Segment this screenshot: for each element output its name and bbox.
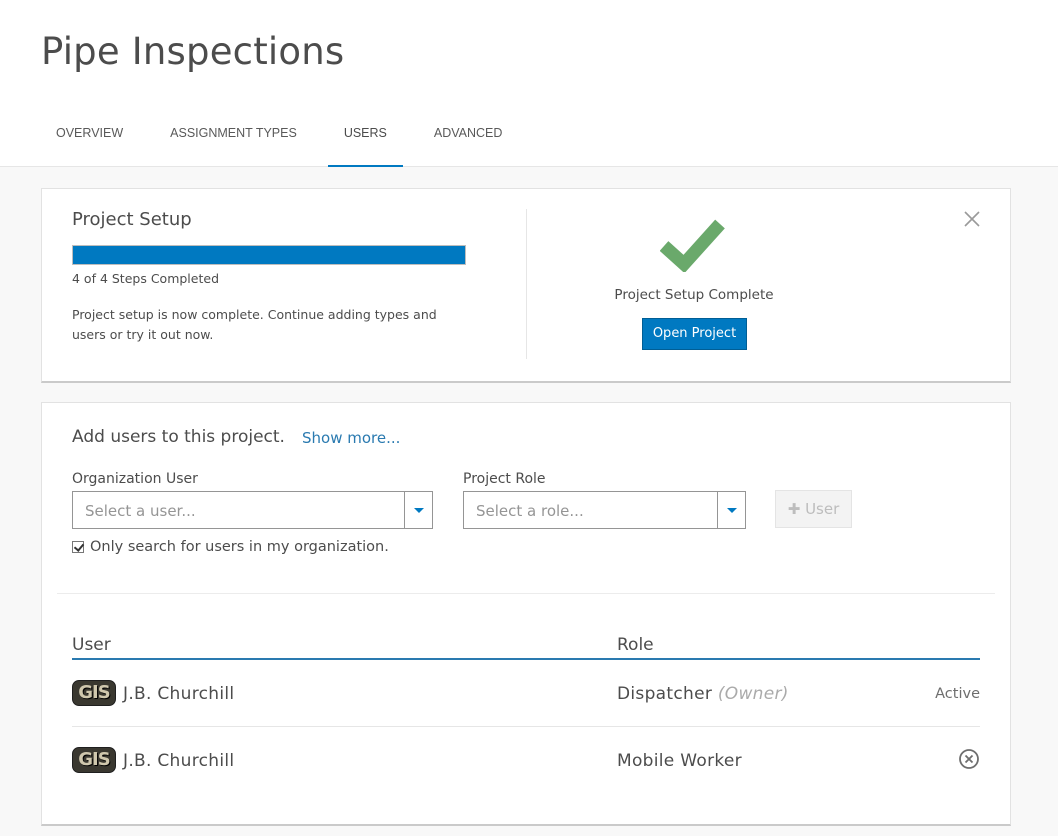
close-icon[interactable] bbox=[962, 209, 982, 229]
role-column-header: Role bbox=[617, 635, 654, 655]
setup-divider bbox=[526, 209, 527, 359]
project-role-label: Project Role bbox=[463, 471, 546, 487]
role-name: Dispatcher bbox=[617, 684, 713, 704]
section-divider bbox=[57, 593, 995, 594]
avatar: GIS bbox=[72, 747, 116, 773]
setup-complete-label: Project Setup Complete bbox=[614, 287, 774, 303]
page-header: Pipe Inspections OVERVIEW ASSIGNMENT TYP… bbox=[0, 0, 1058, 167]
steps-completed-text: 4 of 4 Steps Completed bbox=[72, 271, 219, 286]
setup-description: Project setup is now complete. Continue … bbox=[72, 307, 437, 342]
user-role: Mobile Worker bbox=[617, 751, 742, 771]
tab-assignment-types[interactable]: ASSIGNMENT TYPES bbox=[154, 113, 313, 167]
avatar: GIS bbox=[72, 680, 116, 706]
org-only-checkbox-label: Only search for users in my organization… bbox=[90, 539, 389, 555]
setup-progress-fill bbox=[73, 246, 465, 264]
project-role-select[interactable]: Select a role... bbox=[463, 491, 746, 529]
user-role: Dispatcher (Owner) bbox=[617, 684, 789, 704]
add-user-button[interactable]: ✚ User bbox=[775, 490, 852, 528]
chevron-down-icon[interactable] bbox=[404, 492, 432, 528]
open-project-button[interactable]: Open Project bbox=[642, 318, 747, 350]
status-label: Active bbox=[935, 686, 980, 702]
owner-note: (Owner) bbox=[717, 684, 789, 704]
setup-title: Project Setup bbox=[72, 209, 192, 230]
org-only-checkbox[interactable] bbox=[72, 541, 84, 553]
tab-users[interactable]: USERS bbox=[327, 113, 403, 167]
table-row: GIS J.B. Churchill Dispatcher (Owner) Ac… bbox=[72, 660, 980, 727]
avatar-text: GIS bbox=[78, 749, 110, 770]
user-column-header: User bbox=[72, 635, 111, 655]
users-card: Add users to this project. Show more... … bbox=[41, 402, 1011, 826]
tab-advanced[interactable]: ADVANCED bbox=[418, 113, 519, 167]
setup-progress-bar bbox=[72, 245, 466, 265]
role-name: Mobile Worker bbox=[617, 751, 742, 771]
org-user-select[interactable]: Select a user... bbox=[72, 491, 433, 529]
tab-bar: OVERVIEW ASSIGNMENT TYPES USERS ADVANCED bbox=[40, 113, 533, 167]
plus-icon: ✚ bbox=[787, 500, 801, 518]
checkmark-icon bbox=[660, 219, 725, 272]
org-user-placeholder: Select a user... bbox=[85, 502, 196, 520]
chevron-down-icon[interactable] bbox=[717, 492, 745, 528]
tab-overview[interactable]: OVERVIEW bbox=[40, 113, 139, 167]
add-user-button-label: User bbox=[805, 500, 840, 518]
page-title: Pipe Inspections bbox=[41, 30, 345, 73]
avatar-text: GIS bbox=[78, 682, 110, 703]
table-row: GIS J.B. Churchill Mobile Worker bbox=[72, 727, 980, 794]
user-name: J.B. Churchill bbox=[123, 684, 235, 704]
org-only-option: Only search for users in my organization… bbox=[72, 539, 389, 555]
org-user-label: Organization User bbox=[72, 471, 198, 487]
users-table-header: User Role bbox=[72, 635, 980, 660]
project-setup-card: Project Setup 4 of 4 Steps Completed Pro… bbox=[41, 188, 1011, 383]
remove-circle-icon[interactable] bbox=[958, 748, 980, 770]
project-role-placeholder: Select a role... bbox=[476, 502, 584, 520]
user-name: J.B. Churchill bbox=[123, 751, 235, 771]
show-more-link[interactable]: Show more... bbox=[302, 429, 400, 447]
add-users-title: Add users to this project. bbox=[72, 427, 285, 447]
